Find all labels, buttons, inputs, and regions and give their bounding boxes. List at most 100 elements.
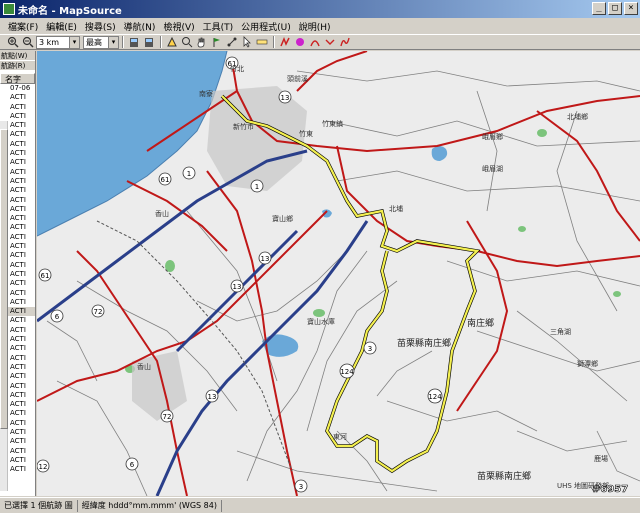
- place-label: 新竹市: [233, 122, 254, 131]
- park-area: [518, 226, 526, 232]
- track-erase-icon[interactable]: [338, 36, 352, 49]
- minimize-button[interactable]: _: [592, 2, 606, 15]
- place-label: 北埔: [389, 204, 403, 213]
- detail-level-select[interactable]: 最高 ▾: [83, 35, 119, 49]
- menu-help[interactable]: 說明(H): [295, 20, 335, 33]
- route-shield: 13: [205, 389, 219, 403]
- list-item[interactable]: 07-06: [0, 84, 35, 93]
- receive-device-icon[interactable]: [127, 36, 141, 49]
- shield-label: 6: [130, 461, 135, 469]
- place-label: 東河: [333, 432, 347, 441]
- menu-view[interactable]: 檢視(V): [159, 20, 198, 33]
- shield-label: 13: [261, 255, 270, 263]
- menu-edit[interactable]: 編輯(E): [42, 20, 81, 33]
- park-area: [613, 291, 621, 297]
- zoom-scale-value: 3 km: [39, 37, 60, 47]
- route-shield: 13: [230, 279, 244, 293]
- app-icon: [3, 3, 15, 15]
- shield-label: 72: [163, 413, 172, 421]
- measure-icon[interactable]: [255, 36, 269, 49]
- route-shield: 61: [158, 172, 172, 186]
- menu-navigate[interactable]: 導航(N): [120, 20, 160, 33]
- route-shield: 13: [258, 251, 272, 265]
- menu-file[interactable]: 檔案(F): [4, 20, 42, 33]
- tab-tracks[interactable]: 航跡(R): [0, 61, 35, 71]
- map-canvas[interactable]: 61 13 1 61 1 61 72 6 72 13 3 124 124 6 3…: [37, 51, 640, 496]
- urban-area: [132, 351, 187, 421]
- shield-label: 1: [187, 170, 191, 178]
- track-tool-icon[interactable]: [278, 36, 292, 49]
- place-label: 北埔鄉: [567, 112, 588, 121]
- route-shield: 13: [278, 90, 292, 104]
- list-scrollbar[interactable]: [0, 121, 8, 491]
- route-shield: 3: [294, 479, 308, 493]
- status-coordinate-format: 經緯度 hddd°mm.mmm' (WGS 84): [78, 499, 222, 512]
- list-column-header[interactable]: 名字: [0, 73, 35, 84]
- toolbar-separator: [273, 36, 275, 48]
- route-shield: 12: [37, 459, 50, 473]
- waypoint-flag-icon[interactable]: [210, 36, 224, 49]
- route-tool-icon[interactable]: [225, 36, 239, 49]
- track-join-icon[interactable]: [308, 36, 322, 49]
- list-item[interactable]: ACTI: [0, 93, 35, 102]
- toolbar-separator: [122, 36, 124, 48]
- scrollbar-thumb[interactable]: [0, 129, 8, 429]
- menu-search[interactable]: 搜尋(S): [81, 20, 120, 33]
- hand-icon[interactable]: [195, 36, 209, 49]
- send-device-icon[interactable]: [142, 36, 156, 49]
- park-area: [537, 129, 547, 137]
- shield-label: 61: [161, 176, 170, 184]
- track-edit-icon[interactable]: [293, 36, 307, 49]
- menu-utilities[interactable]: 公用程式(U): [237, 20, 295, 33]
- place-label: 南庄鄉: [467, 317, 494, 329]
- status-bar: 已選擇 1 個航跡 圖 經緯度 hddd°mm.mmm' (WGS 84): [0, 497, 640, 513]
- mapsource-window: 未命名 - MapSource _ □ × 檔案(F) 編輯(E) 搜尋(S) …: [0, 0, 640, 513]
- shield-label: 13: [233, 283, 242, 291]
- shield-label: 12: [39, 463, 48, 471]
- shield-label: 1: [255, 183, 259, 191]
- shield-label: 124: [428, 393, 442, 401]
- title-bar: 未命名 - MapSource _ □ ×: [0, 0, 640, 18]
- place-label: 南寮: [199, 89, 213, 98]
- window-title: 未命名 - MapSource: [18, 5, 122, 17]
- place-label: 苗栗縣南庄鄉: [477, 470, 531, 482]
- selection-arrow-icon[interactable]: [240, 36, 254, 49]
- shield-label: 13: [208, 393, 217, 401]
- maximize-button[interactable]: □: [608, 2, 622, 15]
- watermark-label: #6957: [592, 484, 628, 495]
- shield-label: 72: [94, 308, 103, 316]
- menu-tools[interactable]: 工具(T): [199, 20, 238, 33]
- place-label: 峨眉湖: [482, 164, 503, 173]
- place-label: 鹿場: [594, 454, 608, 463]
- map-view[interactable]: 61 13 1 61 1 61 72 6 72 13 3 124 124 6 3…: [37, 51, 640, 496]
- place-label: 寶山鄉: [272, 214, 293, 223]
- route-shield: 72: [91, 304, 105, 318]
- zoom-out-icon[interactable]: [21, 36, 35, 49]
- close-button[interactable]: ×: [624, 2, 638, 15]
- route-shield: 1: [250, 179, 264, 193]
- shield-label: 124: [340, 368, 354, 376]
- route-shield: 6: [50, 309, 64, 323]
- chevron-down-icon: ▾: [108, 36, 118, 48]
- shield-label: 13: [281, 94, 290, 102]
- zoom-scale-select[interactable]: 3 km ▾: [36, 35, 80, 49]
- tab-waypoints[interactable]: 航點(W): [0, 51, 35, 61]
- place-label: 竹東鎮: [322, 119, 343, 128]
- map-tool-icon[interactable]: [165, 36, 179, 49]
- place-label: 頭前溪: [287, 74, 308, 83]
- list-item[interactable]: ACTI: [0, 112, 35, 121]
- list-item[interactable]: ACTI: [0, 103, 35, 112]
- zoom-in-icon[interactable]: [6, 36, 20, 49]
- sea-area: [37, 51, 227, 236]
- place-label: 苗栗縣南庄鄉: [397, 337, 451, 349]
- data-list-panel: 航點(W) 航跡(R) 名字 07-06 ACTI ACTI ACTI ACTI ACTI…: [0, 51, 36, 496]
- place-label: 竹北: [230, 64, 244, 73]
- route-shield: 1: [182, 166, 196, 180]
- place-label: 獅潭鄉: [577, 359, 598, 368]
- toolbar-separator: [160, 36, 162, 48]
- place-labels: 香山 苗栗縣南庄鄉 苗栗縣南庄鄉 南庄鄉 峨眉鄉 北埔鄉 竹東鎮 寶山鄉 新竹市…: [137, 64, 609, 490]
- route-shield: 124: [427, 388, 443, 404]
- zoom-tool-icon[interactable]: [180, 36, 194, 49]
- route-shield: 61: [38, 268, 52, 282]
- track-split-icon[interactable]: [323, 36, 337, 49]
